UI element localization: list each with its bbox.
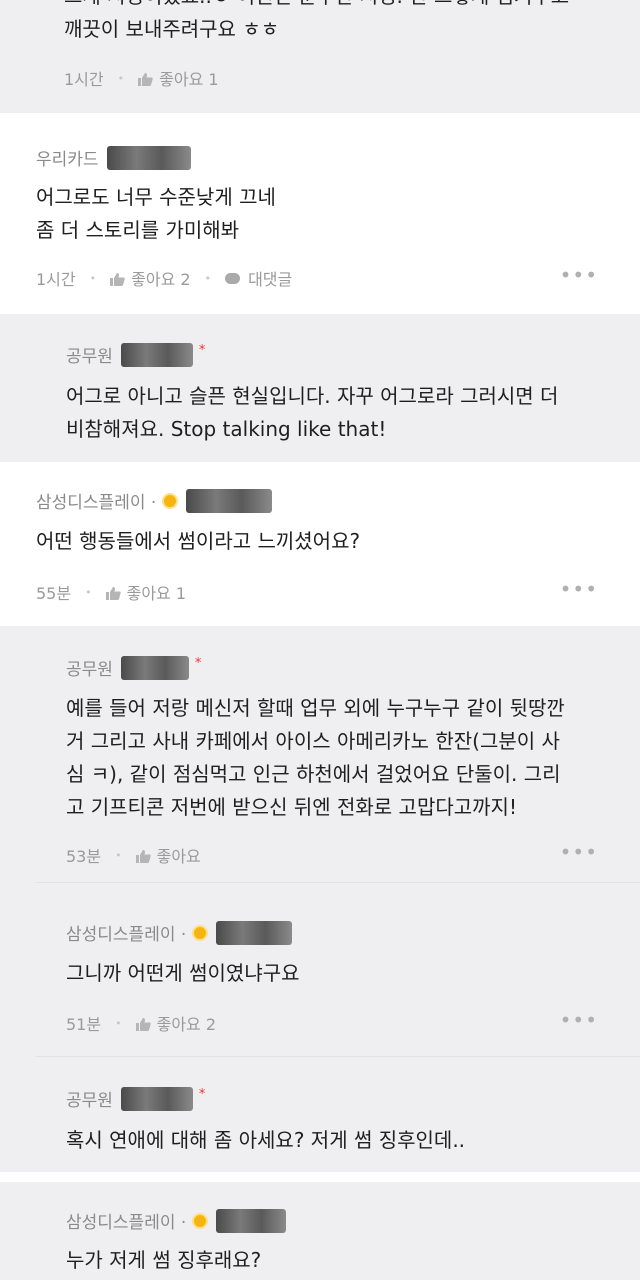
comment-author[interactable]: 삼성디스플레이 ·	[36, 488, 273, 513]
more-options-button[interactable]: •••	[560, 577, 598, 601]
thumbs-up-icon	[135, 849, 151, 863]
comment-author[interactable]: 공무원 *	[66, 655, 201, 680]
like-label: 좋아요 1	[159, 70, 219, 89]
thumbs-up-icon	[135, 1017, 151, 1031]
redacted-name-blur	[216, 920, 293, 945]
comment-6-author[interactable]: 공무원 *	[66, 1086, 205, 1111]
like-label: 좋아요 2	[131, 270, 191, 289]
verified-star: *	[194, 656, 202, 671]
comment-bubble-icon	[225, 272, 241, 284]
gold-badge-icon	[192, 924, 209, 941]
gold-badge-icon	[192, 1212, 209, 1229]
separator-dot: •	[89, 271, 97, 285]
comment-6-body: 혹시 연애에 대해 좀 아세요? 저게 썸 징후인데..	[66, 1128, 466, 1152]
thumbs-up-icon	[105, 586, 121, 600]
redacted-name-blur	[120, 1086, 193, 1111]
verified-star: *	[198, 1087, 206, 1102]
like-button[interactable]: 좋아요 2	[110, 266, 191, 290]
reply-button[interactable]: 대댓글	[225, 266, 292, 290]
comment-author[interactable]: 우리카드	[36, 145, 191, 170]
comment-body: 깨끗이 보내주려구요 ㅎㅎ	[64, 17, 280, 41]
thumbs-up-icon	[138, 72, 153, 86]
author-name: 공무원	[66, 660, 113, 680]
redacted-name-blur	[216, 1208, 287, 1233]
comment-meta: 1시간 • 좋아요 2 • 대댓글	[36, 266, 292, 290]
verified-star: *	[198, 343, 206, 358]
comment-time: 53분	[66, 847, 102, 866]
like-button[interactable]: 좋아요 1	[138, 66, 219, 90]
like-button[interactable]: 좋아요	[135, 843, 201, 867]
comment-body: 누가 저게 썸 징후래요?	[66, 1248, 262, 1272]
like-label: 좋아요 2	[156, 1015, 217, 1034]
author-name: 공무원	[66, 347, 113, 367]
more-options-button[interactable]: •••	[560, 1008, 598, 1032]
redacted-name-blur	[106, 145, 191, 170]
like-button[interactable]: 좋아요 1	[105, 580, 187, 604]
comment-body: 어그로도 너무 수준낮게 끄네 좀 더 스토리를 가미해봐	[36, 185, 276, 242]
separator-dot: •	[115, 1016, 122, 1030]
author-name: 삼성디스플레이 ·	[66, 925, 187, 945]
more-options-button[interactable]: •••	[560, 840, 598, 864]
comment-meta: 55분 • 좋아요 1	[36, 580, 186, 604]
comment-time: 1시간	[36, 270, 76, 289]
comment-0: 그게 시정이었죠..ㅎ 어찐던 순무한 시정. 한 그렇게 넘겨주고 깨끗이 보…	[0, 0, 640, 113]
comment-time: 1시간	[64, 70, 104, 89]
comment-body: 예를 들어 저랑 메신저 할때 업무 외에 누구누구 같이 뒷땅깐 거 그리고 …	[66, 696, 565, 819]
comment-5-meta: 51분 • 좋아요 2	[66, 1011, 216, 1035]
comment-time: 51분	[66, 1015, 102, 1034]
separator-dot: •	[204, 271, 212, 285]
comment-5-author[interactable]: 삼성디스플레이 ·	[66, 920, 293, 945]
redacted-name-blur	[120, 342, 193, 367]
reply-label: 대댓글	[248, 270, 293, 289]
more-options-button[interactable]: •••	[560, 263, 598, 287]
comment-5-body: 그니까 어떤게 썸이였냐구요	[66, 961, 300, 985]
comment-2: 공무원 * 어그로 아니고 슬픈 현실입니다. 자꾸 어그로라 그러시면 더 비…	[0, 314, 640, 462]
gold-badge-icon	[162, 492, 179, 509]
comment-author[interactable]: 삼성디스플레이 ·	[66, 1208, 287, 1233]
author-name: 우리카드	[36, 150, 99, 170]
author-name: 삼성디스플레이 ·	[66, 1213, 187, 1233]
divider	[36, 1056, 640, 1057]
comment-7: 삼성디스플레이 · 누가 저게 썸 징후래요?	[0, 1182, 640, 1280]
comment-3: 삼성디스플레이 · 어떤 행동들에서 썸이라고 느끼셨어요? 55분 • 좋아요…	[0, 472, 640, 620]
divider	[36, 882, 640, 883]
comment-4: 공무원 * 예를 들어 저랑 메신저 할때 업무 외에 누구누구 같이 뒷땅깐 …	[0, 626, 640, 1172]
comment-body-partial: 그게 시정이었죠..ㅎ 어찐던 순무한 시정. 한 그렇게 넘겨주고	[64, 0, 569, 13]
author-name: 공무원	[66, 1091, 113, 1111]
like-label: 좋아요 1	[126, 584, 187, 603]
separator-dot: •	[85, 585, 92, 599]
like-button[interactable]: 좋아요 2	[135, 1011, 217, 1035]
comment-body: 어그로 아니고 슬픈 현실입니다. 자꾸 어그로라 그러시면 더 비참해져요. …	[66, 384, 559, 441]
separator-dot: •	[117, 71, 125, 85]
comment-meta: 1시간 • 좋아요 1	[64, 66, 219, 90]
thumbs-up-icon	[110, 272, 125, 286]
comment-author[interactable]: 공무원 *	[66, 342, 205, 367]
redacted-name-blur	[186, 488, 273, 513]
author-name: 삼성디스플레이 ·	[36, 493, 157, 513]
separator-dot: •	[115, 848, 122, 862]
comment-body: 어떤 행동들에서 썸이라고 느끼셨어요?	[36, 529, 361, 553]
comment-time: 55분	[36, 584, 72, 603]
comment-meta: 53분 • 좋아요	[66, 843, 201, 867]
comment-1: 우리카드 어그로도 너무 수준낮게 끄네 좀 더 스토리를 가미해봐 1시간 •…	[0, 125, 640, 305]
like-label: 좋아요	[156, 847, 201, 866]
redacted-name-blur	[120, 655, 189, 680]
